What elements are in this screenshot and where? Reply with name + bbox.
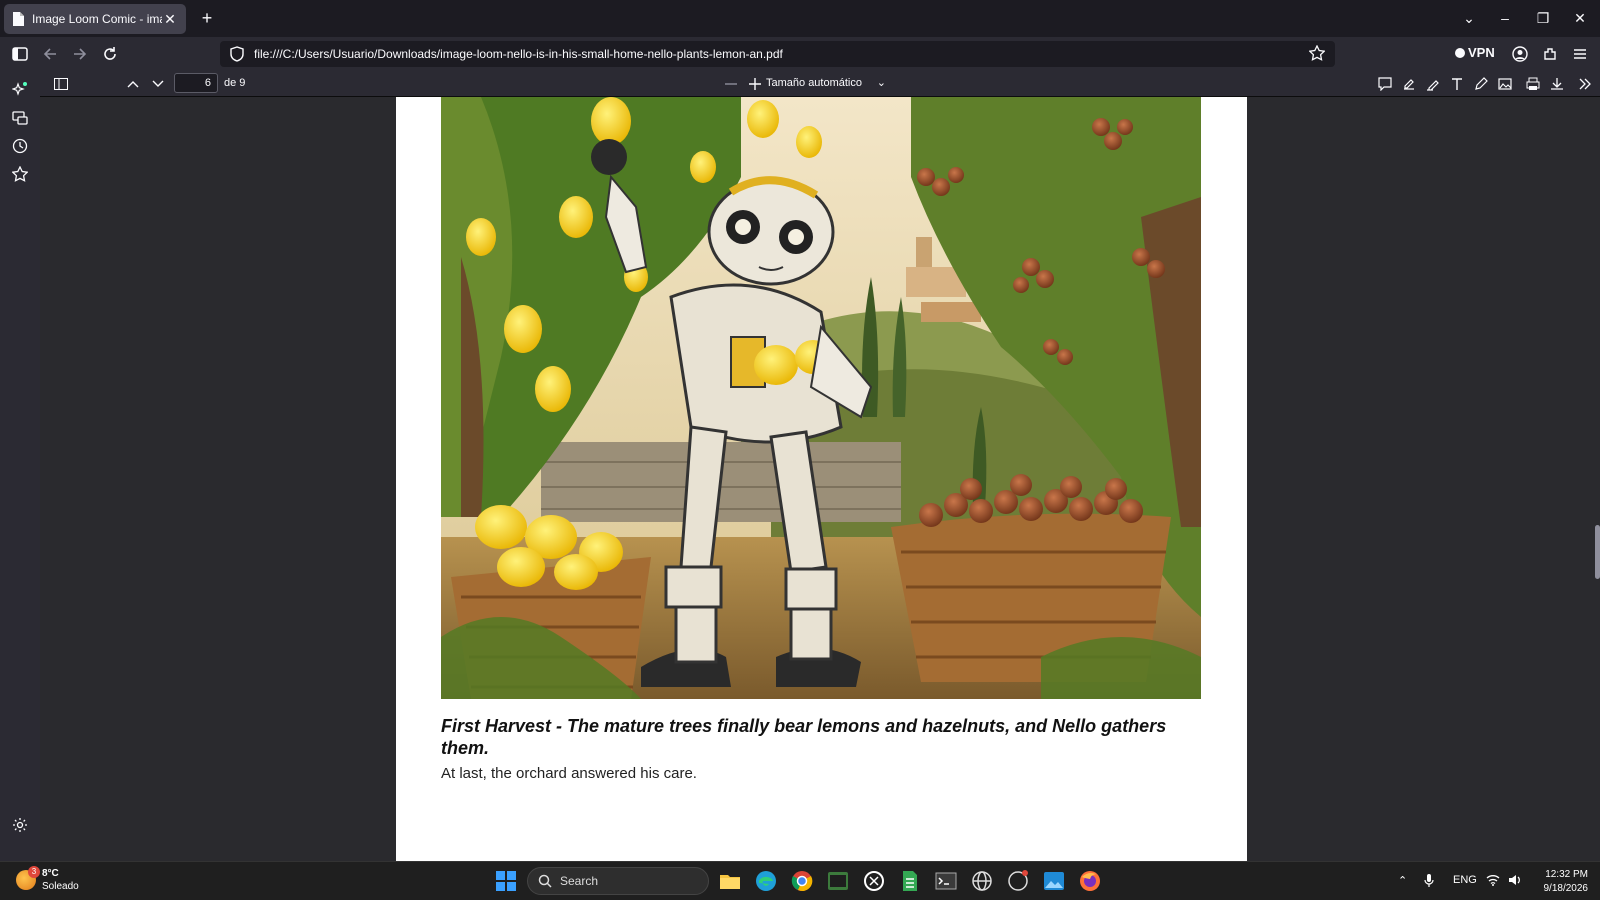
ai-sparkle-icon[interactable] [11, 81, 28, 97]
windows-taskbar: 3 8°C Soleado Search ⌃ ENG 12:32 PM 9/18… [0, 861, 1600, 900]
address-bar[interactable]: file:///C:/Users/Usuario/Downloads/image… [220, 41, 1335, 67]
draw-icon[interactable] [1472, 75, 1490, 93]
volume-icon[interactable] [1508, 874, 1522, 889]
chevron-up-icon[interactable]: ⌃ [1398, 874, 1407, 887]
zoom-select-value: Tamaño automático [766, 77, 862, 89]
wifi-icon[interactable] [1486, 874, 1500, 889]
tab-strip: Image Loom Comic - image-lo ✕ + ⌄ – ❐ ✕ [0, 0, 1600, 37]
sunny-weather-icon: 3 [16, 866, 40, 890]
close-window-button[interactable]: ✕ [1565, 6, 1595, 30]
zoom-out-icon[interactable] [722, 75, 740, 93]
minimize-button[interactable]: – [1490, 6, 1520, 30]
restore-button[interactable]: ❐ [1528, 6, 1558, 30]
settings-gear-icon[interactable] [12, 817, 28, 833]
next-page-icon[interactable] [149, 75, 167, 93]
url-text[interactable]: file:///C:/Users/Usuario/Downloads/image… [254, 47, 783, 61]
more-tools-icon[interactable] [1576, 75, 1594, 93]
close-tab-icon[interactable]: ✕ [162, 11, 178, 28]
scrollbar-thumb[interactable] [1595, 525, 1600, 579]
extensions-icon[interactable] [1538, 42, 1562, 66]
caption-heading: First Harvest - The mature trees finally… [441, 716, 1167, 758]
menu-hamburger-icon[interactable] [1568, 42, 1592, 66]
weather-widget[interactable]: 3 8°C Soleado [16, 866, 79, 893]
history-clock-icon[interactable] [12, 138, 28, 154]
globe-network-icon[interactable] [970, 869, 994, 893]
vpn-button[interactable]: VPN [1455, 45, 1495, 60]
clock-time: 12:32 PM [1545, 869, 1588, 880]
pdf-viewer[interactable]: First Harvest - The mature trees finally… [40, 97, 1595, 861]
sidebar-toggle-icon[interactable] [8, 42, 32, 66]
spreadsheet-icon[interactable] [898, 869, 922, 893]
notification-badge: 3 [28, 866, 40, 878]
tab-active[interactable]: Image Loom Comic - image-lo ✕ [4, 4, 186, 34]
comic-illustration [441, 97, 1201, 699]
page-count: de 9 [224, 77, 246, 89]
caption-body: At last, the orchard answered his care. [441, 765, 697, 782]
file-explorer-icon[interactable] [718, 869, 742, 893]
back-icon[interactable] [38, 42, 62, 66]
command-prompt-icon[interactable] [934, 869, 958, 893]
save-download-icon[interactable] [1548, 75, 1566, 93]
openai-app-icon[interactable] [1006, 869, 1030, 893]
weather-temperature: 8°C [42, 868, 59, 879]
tab-title: Image Loom Comic - image-lo [32, 12, 162, 26]
chatgpt-icon[interactable] [862, 869, 886, 893]
pdf-toolbar: de 9 Tamaño automático ⌄ [40, 71, 1600, 97]
clock-date: 9/18/2026 [1543, 883, 1589, 894]
tracking-protection-icon[interactable] [230, 46, 244, 62]
language-indicator[interactable]: ENG [1453, 874, 1477, 886]
previous-page-icon[interactable] [124, 75, 142, 93]
pdf-page: First Harvest - The mature trees finally… [396, 97, 1247, 861]
list-all-tabs-icon[interactable]: ⌄ [1454, 6, 1484, 30]
synced-tabs-icon[interactable] [12, 110, 28, 126]
search-icon [538, 874, 552, 888]
bookmarks-star-icon[interactable] [11, 165, 29, 182]
chrome-browser-icon[interactable] [790, 869, 814, 893]
system-clock[interactable]: 12:32 PM 9/18/2026 [1536, 868, 1589, 896]
text-tool-icon[interactable] [1448, 75, 1466, 93]
reload-icon[interactable] [98, 42, 122, 66]
bookmark-star-icon[interactable] [1308, 44, 1326, 66]
comment-icon[interactable] [1376, 75, 1394, 93]
terminal-app-icon[interactable] [826, 869, 850, 893]
zoom-select[interactable]: Tamaño automático ⌄ [760, 73, 890, 93]
toggle-pdf-sidebar-icon[interactable] [52, 75, 70, 93]
browser-sidebar [0, 71, 40, 861]
navigation-bar: file:///C:/Users/Usuario/Downloads/image… [0, 37, 1600, 71]
chevron-down-icon: ⌄ [876, 77, 886, 89]
page-number-input[interactable] [174, 73, 218, 93]
new-tab-button[interactable]: + [196, 8, 218, 30]
page-caption: First Harvest - The mature trees finally… [441, 715, 1201, 782]
add-image-icon[interactable] [1496, 75, 1514, 93]
taskbar-search[interactable]: Search [527, 867, 709, 895]
vpn-label: VPN [1468, 45, 1495, 60]
windows-start-icon[interactable] [494, 869, 518, 893]
forward-icon[interactable] [68, 42, 92, 66]
vertical-scrollbar[interactable] [1595, 97, 1600, 861]
microphone-icon[interactable] [1424, 874, 1434, 891]
photos-app-icon[interactable] [1042, 869, 1066, 893]
vpn-status-icon [1455, 47, 1465, 58]
account-icon[interactable] [1508, 42, 1532, 66]
weather-condition: Soleado [42, 881, 79, 892]
print-icon[interactable] [1524, 75, 1542, 93]
signature-icon[interactable] [1400, 75, 1418, 93]
search-placeholder: Search [560, 874, 599, 888]
firefox-browser-icon[interactable] [1078, 869, 1102, 893]
pdf-file-icon [12, 12, 24, 26]
edge-browser-icon[interactable] [754, 869, 778, 893]
highlight-icon[interactable] [1424, 75, 1442, 93]
